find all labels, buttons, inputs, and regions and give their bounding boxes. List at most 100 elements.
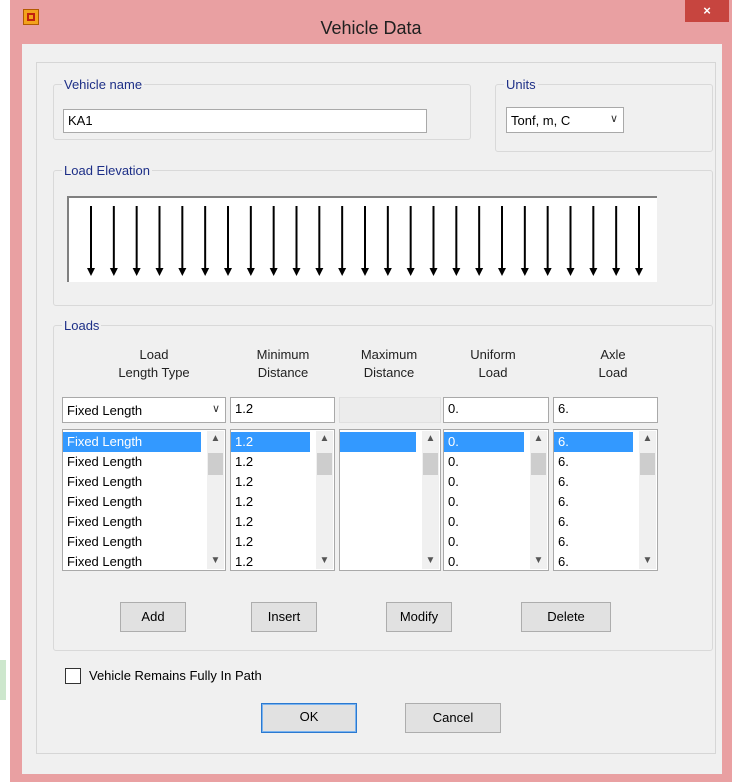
scroll-up-icon[interactable]: ▲ [316, 431, 333, 447]
list-item-text: 0. [448, 554, 459, 569]
min-distance-input[interactable]: 1.2 [230, 397, 335, 423]
dialog-client-area: Vehicle name KA1 Units Tonf, m, C ∨ Load… [22, 44, 722, 774]
load-elevation-canvas [67, 196, 657, 282]
load-arrow [109, 206, 118, 276]
scroll-up-icon[interactable]: ▲ [530, 431, 547, 447]
remains-in-path-label[interactable]: Vehicle Remains Fully In Path [89, 668, 262, 683]
scroll-thumb[interactable] [208, 453, 223, 475]
list-item[interactable]: Fixed Length [63, 492, 225, 512]
scroll-down-icon[interactable]: ▼ [316, 553, 333, 569]
scroll-thumb[interactable] [317, 453, 332, 475]
axle-load-list[interactable]: 6. 6. 6. 6. 6. 6. 6. ▲ ▼ [553, 429, 658, 571]
scrollbar[interactable]: ▲ ▼ [316, 431, 333, 569]
length-type-select[interactable]: Fixed Length ∨ [62, 397, 226, 423]
scroll-up-icon[interactable]: ▲ [422, 431, 439, 447]
load-arrow [315, 206, 324, 276]
scroll-up-icon[interactable]: ▲ [639, 431, 656, 447]
list-item[interactable]: Fixed Length [63, 552, 225, 572]
list-item[interactable]: Fixed Length [63, 452, 225, 472]
list-item-text: 6. [558, 534, 569, 549]
min-distance-list[interactable]: 1.2 1.2 1.2 1.2 1.2 1.2 1.2 ▲ ▼ [230, 429, 335, 571]
uniform-load-list[interactable]: 0. 0. 0. 0. 0. 0. 0. ▲ ▼ [443, 429, 549, 571]
scroll-thumb[interactable] [423, 453, 438, 475]
add-button[interactable]: Add [120, 602, 186, 632]
loads-group: Loads Load Length Type Minimum Distance … [53, 318, 713, 651]
load-arrow [475, 206, 484, 276]
load-arrow [269, 206, 278, 276]
scroll-down-icon[interactable]: ▼ [530, 553, 547, 569]
length-type-list[interactable]: Fixed Length Fixed Length Fixed Length Fixe… [62, 429, 226, 571]
scroll-thumb[interactable] [640, 453, 655, 475]
load-arrow [178, 206, 187, 276]
chevron-down-icon: ∨ [609, 113, 618, 125]
list-item-text [344, 534, 348, 549]
load-arrow [201, 206, 210, 276]
load-arrow [87, 206, 95, 276]
load-arrow [520, 206, 529, 276]
list-item-text: 0. [448, 514, 459, 529]
scroll-up-icon[interactable]: ▲ [207, 431, 224, 447]
list-item[interactable]: Fixed Length [63, 532, 225, 552]
list-item-text: Fixed Length [67, 554, 143, 569]
scrollbar[interactable]: ▲ ▼ [530, 431, 547, 569]
load-arrow [155, 206, 164, 276]
list-item[interactable]: Fixed Length [63, 432, 225, 452]
title-bar: Vehicle Data × [10, 0, 732, 44]
scroll-down-icon[interactable]: ▼ [639, 553, 656, 569]
load-arrow [452, 206, 461, 276]
max-distance-input[interactable] [339, 397, 441, 423]
delete-button[interactable]: Delete [521, 602, 611, 632]
list-item-text: Fixed Length [63, 432, 201, 452]
close-button[interactable]: × [685, 0, 729, 22]
scrollbar[interactable]: ▲ ▼ [422, 431, 439, 569]
list-item-text: 1.2 [235, 494, 254, 509]
units-group: Units Tonf, m, C ∨ [495, 77, 713, 152]
list-item-text: 0. [448, 494, 459, 509]
units-select[interactable]: Tonf, m, C ∨ [506, 107, 624, 133]
scrollbar[interactable]: ▲ ▼ [207, 431, 224, 569]
length-type-value: Fixed Length [67, 403, 143, 418]
load-arrow [612, 206, 621, 276]
max-distance-list[interactable]: ▲ ▼ [339, 429, 441, 571]
cancel-button[interactable]: Cancel [405, 703, 501, 733]
remains-in-path-checkbox[interactable] [65, 668, 81, 684]
insert-button[interactable]: Insert [251, 602, 317, 632]
scroll-thumb[interactable] [531, 453, 546, 475]
list-item[interactable]: Fixed Length [63, 472, 225, 492]
scroll-down-icon[interactable]: ▼ [422, 553, 439, 569]
load-arrow [543, 206, 552, 276]
load-arrows-plot [87, 206, 643, 276]
list-item-text [344, 494, 348, 509]
load-arrow [246, 206, 255, 276]
load-arrow [224, 206, 232, 276]
load-arrow [132, 206, 141, 276]
list-item-text: 6. [558, 514, 569, 529]
window-title: Vehicle Data [320, 18, 422, 38]
axle-load-input[interactable]: 6. [553, 397, 658, 423]
units-value: Tonf, m, C [511, 113, 571, 128]
background-window-edge [0, 660, 6, 700]
uniform-load-input[interactable]: 0. [443, 397, 549, 423]
scroll-down-icon[interactable]: ▼ [207, 553, 224, 569]
list-item-text: 6. [558, 454, 569, 469]
header-text: Length Type [118, 365, 190, 380]
list-item[interactable]: Fixed Length [63, 512, 225, 532]
header-text: Maximum [360, 347, 418, 362]
list-item-text [344, 474, 348, 489]
header-text: Minimum [256, 347, 310, 362]
list-item-text: 1.2 [235, 554, 254, 569]
list-item-text [344, 514, 348, 529]
modify-button[interactable]: Modify [386, 602, 452, 632]
list-item-text: Fixed Length [67, 514, 143, 529]
list-item-text: 1.2 [235, 514, 254, 529]
load-arrow [566, 206, 575, 276]
load-arrow [292, 206, 301, 276]
ok-button[interactable]: OK [261, 703, 357, 733]
list-item-text: Fixed Length [67, 474, 143, 489]
header-axle-load: Axle Load [558, 346, 668, 382]
vehicle-name-label: Vehicle name [62, 77, 145, 92]
scrollbar[interactable]: ▲ ▼ [639, 431, 656, 569]
load-arrow [406, 206, 415, 276]
load-elevation-label: Load Elevation [62, 163, 153, 178]
vehicle-name-input[interactable]: KA1 [63, 109, 427, 133]
